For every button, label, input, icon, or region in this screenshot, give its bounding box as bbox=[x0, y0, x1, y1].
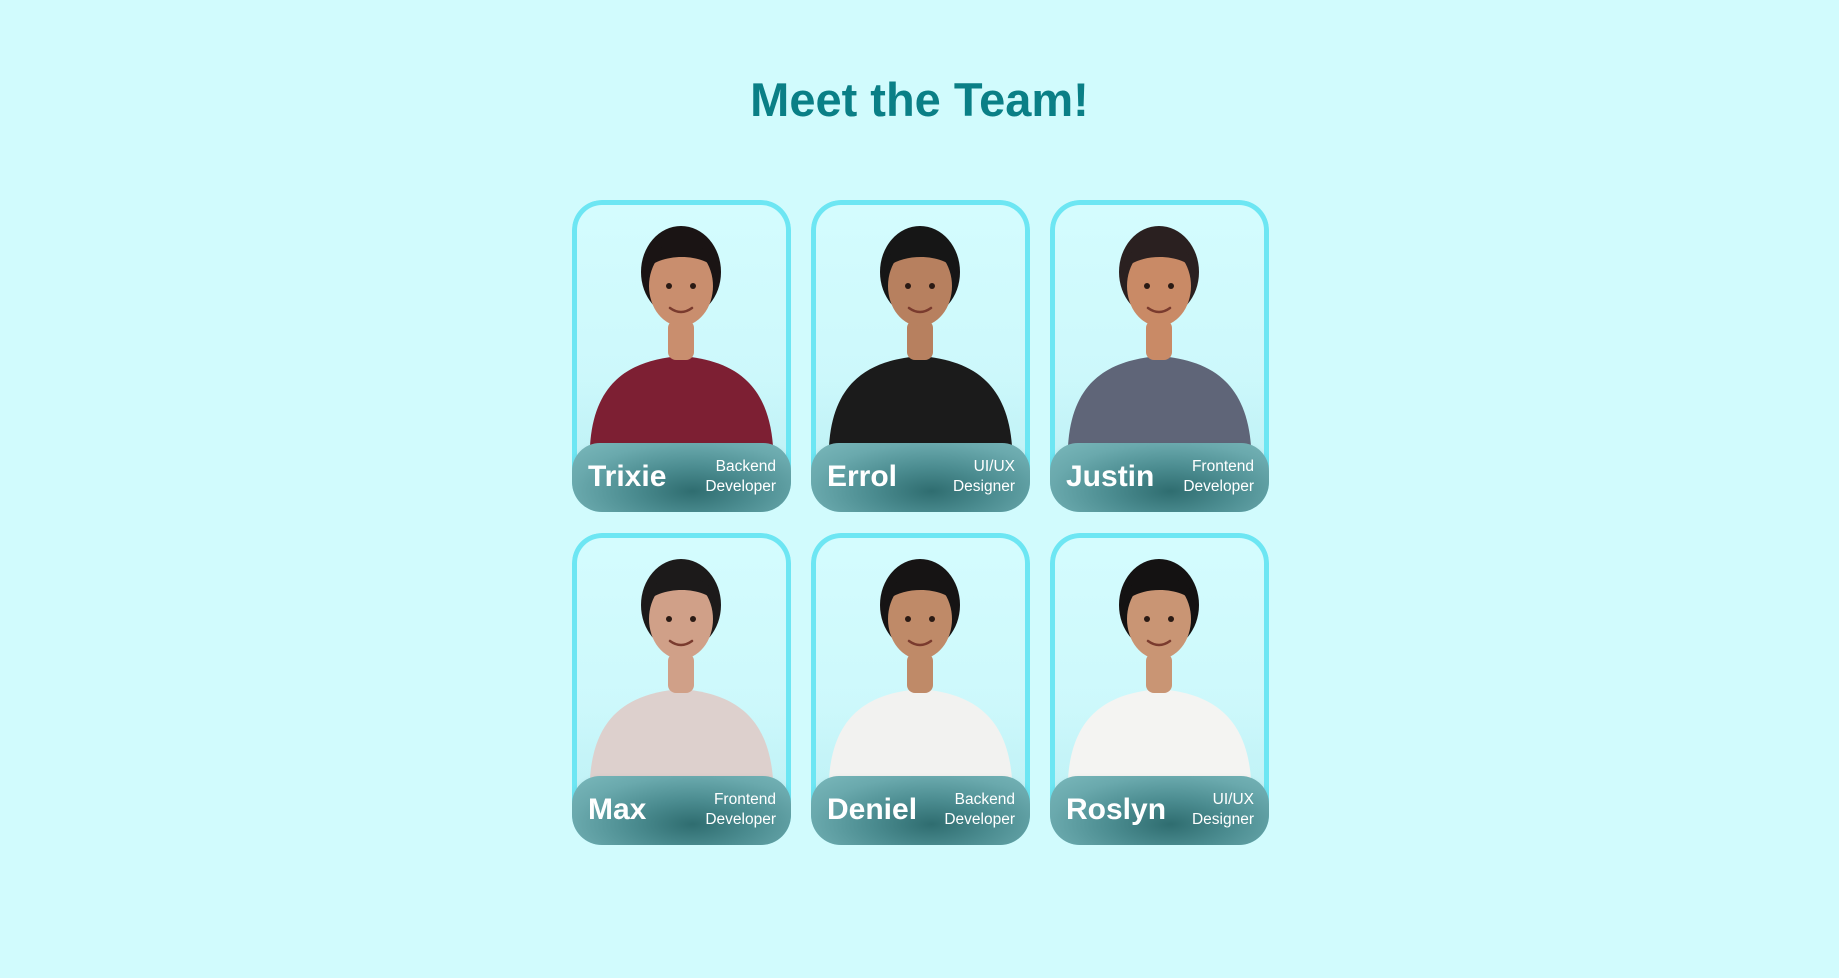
nameplate: Max Frontend Developer bbox=[572, 776, 791, 845]
member-role: UI/UX Designer bbox=[952, 458, 1015, 495]
member-name: Deniel bbox=[827, 793, 918, 826]
team-card-justin[interactable]: Justin Frontend Developer bbox=[1050, 200, 1269, 512]
nameplate: Deniel Backend Developer bbox=[811, 776, 1030, 845]
team-card-max[interactable]: Max Frontend Developer bbox=[572, 533, 791, 845]
member-name: Errol bbox=[827, 460, 898, 493]
team-grid: Trixie Backend Developer Errol UI/UX Des… bbox=[572, 200, 1269, 845]
team-card-trixie[interactable]: Trixie Backend Developer bbox=[572, 200, 791, 512]
member-role: Frontend Developer bbox=[705, 791, 776, 828]
team-card-errol[interactable]: Errol UI/UX Designer bbox=[811, 200, 1030, 512]
member-name: Justin bbox=[1066, 460, 1155, 493]
member-role: Backend Developer bbox=[705, 458, 776, 495]
nameplate: Roslyn UI/UX Designer bbox=[1050, 776, 1269, 845]
member-name: Max bbox=[588, 793, 647, 826]
team-card-roslyn[interactable]: Roslyn UI/UX Designer bbox=[1050, 533, 1269, 845]
nameplate: Errol UI/UX Designer bbox=[811, 443, 1030, 512]
person-gray-shirt-icon bbox=[1050, 210, 1269, 446]
page-title: Meet the Team! bbox=[750, 73, 1089, 126]
nameplate: Justin Frontend Developer bbox=[1050, 443, 1269, 512]
person-white-shirt-icon bbox=[811, 543, 1030, 779]
team-card-deniel[interactable]: Deniel Backend Developer bbox=[811, 533, 1030, 845]
person-beige-blazer-icon bbox=[572, 543, 791, 779]
nameplate: Trixie Backend Developer bbox=[572, 443, 791, 512]
member-role: UI/UX Designer bbox=[1191, 791, 1254, 828]
person-white-blouse-icon bbox=[1050, 543, 1269, 779]
member-name: Roslyn bbox=[1066, 793, 1167, 826]
person-maroon-shirt-icon bbox=[572, 210, 791, 446]
member-role: Frontend Developer bbox=[1183, 458, 1254, 495]
member-name: Trixie bbox=[588, 460, 667, 493]
member-role: Backend Developer bbox=[944, 791, 1015, 828]
person-black-shirt-icon bbox=[811, 210, 1030, 446]
